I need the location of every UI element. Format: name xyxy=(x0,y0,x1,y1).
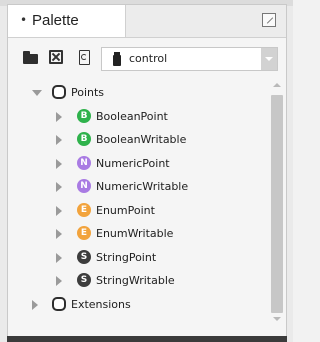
refresh-palette-icon[interactable] xyxy=(76,49,94,67)
tree-item-label: BooleanPoint xyxy=(96,109,168,123)
collapse-arrow-icon[interactable] xyxy=(56,111,62,122)
tree-item-row[interactable]: B BooleanWritable xyxy=(8,128,266,152)
vertical-scrollbar[interactable] xyxy=(270,81,284,333)
palette-toolbar: control xyxy=(8,45,286,75)
tree-item-row[interactable]: E EnumWritable xyxy=(8,222,266,246)
close-palette-icon[interactable] xyxy=(48,49,66,67)
tree-folder-row[interactable]: Points xyxy=(8,81,266,105)
tree-item-label: NumericWritable xyxy=(96,180,189,193)
expand-arrow-icon[interactable] xyxy=(32,90,42,96)
collapse-arrow-icon[interactable] xyxy=(56,182,62,192)
point-type-s-icon: S xyxy=(77,249,91,264)
scroll-thumb[interactable] xyxy=(271,95,283,313)
tree-item-label: StringPoint xyxy=(96,250,157,264)
folder-icon xyxy=(52,85,66,99)
chevron-down-icon[interactable] xyxy=(261,48,277,70)
module-jar-icon xyxy=(113,52,121,66)
tree-item-row[interactable]: S StringWritable xyxy=(8,269,266,293)
point-type-s-icon: S xyxy=(77,273,91,287)
collapse-arrow-icon[interactable] xyxy=(56,205,62,216)
maximize-icon[interactable] xyxy=(262,13,276,27)
tree-item-label: EnumPoint xyxy=(96,203,155,217)
tree-folder-row[interactable]: Extensions xyxy=(8,293,266,317)
palette-tree: Points B BooleanPoint B BooleanWritable N Nume… xyxy=(8,81,266,333)
tree-item-label: BooleanWritable xyxy=(96,133,187,146)
scroll-down-arrow-icon[interactable] xyxy=(273,317,281,321)
point-type-n-icon: N xyxy=(77,179,91,193)
panel-title: Palette xyxy=(32,12,79,29)
tab-palette[interactable]: • Palette xyxy=(8,5,126,37)
tree-item-label: StringWritable xyxy=(96,274,175,287)
tree-item-label: Points xyxy=(71,86,105,99)
point-type-n-icon: N xyxy=(77,155,91,170)
tree-item-row[interactable]: S StringPoint xyxy=(8,246,266,270)
module-select[interactable]: control xyxy=(101,47,278,71)
module-select-value: control xyxy=(129,52,168,65)
collapse-arrow-icon[interactable] xyxy=(56,229,62,239)
panel-bottom-edge xyxy=(7,336,287,342)
point-type-e-icon: E xyxy=(77,202,91,217)
tree-item-row[interactable]: B BooleanPoint xyxy=(8,105,266,129)
tab-bullet-icon: • xyxy=(20,13,28,27)
point-type-b-icon: B xyxy=(77,108,91,123)
collapse-arrow-icon[interactable] xyxy=(56,135,62,145)
collapse-arrow-icon[interactable] xyxy=(32,299,38,310)
collapse-arrow-icon[interactable] xyxy=(56,276,62,286)
panel-tabbar: • Palette xyxy=(8,5,286,38)
palette-panel: • Palette control Points B BooleanPoint … xyxy=(7,4,287,338)
tree-item-row[interactable]: N NumericWritable xyxy=(8,175,266,199)
scroll-up-arrow-icon[interactable] xyxy=(273,83,281,87)
folder-icon xyxy=(52,296,66,311)
tree-item-label: Extensions xyxy=(71,297,131,311)
collapse-arrow-icon[interactable] xyxy=(56,158,62,169)
collapse-arrow-icon[interactable] xyxy=(56,252,62,263)
tree-item-label: EnumWritable xyxy=(96,227,174,240)
open-palette-icon[interactable] xyxy=(22,49,40,67)
point-type-b-icon: B xyxy=(77,132,91,146)
tree-item-row[interactable]: N NumericPoint xyxy=(8,152,266,176)
tree-item-row[interactable]: E EnumPoint xyxy=(8,199,266,223)
point-type-e-icon: E xyxy=(77,226,91,240)
tree-item-label: NumericPoint xyxy=(96,156,170,170)
window-background: • Palette control Points B BooleanPoint … xyxy=(0,0,293,342)
